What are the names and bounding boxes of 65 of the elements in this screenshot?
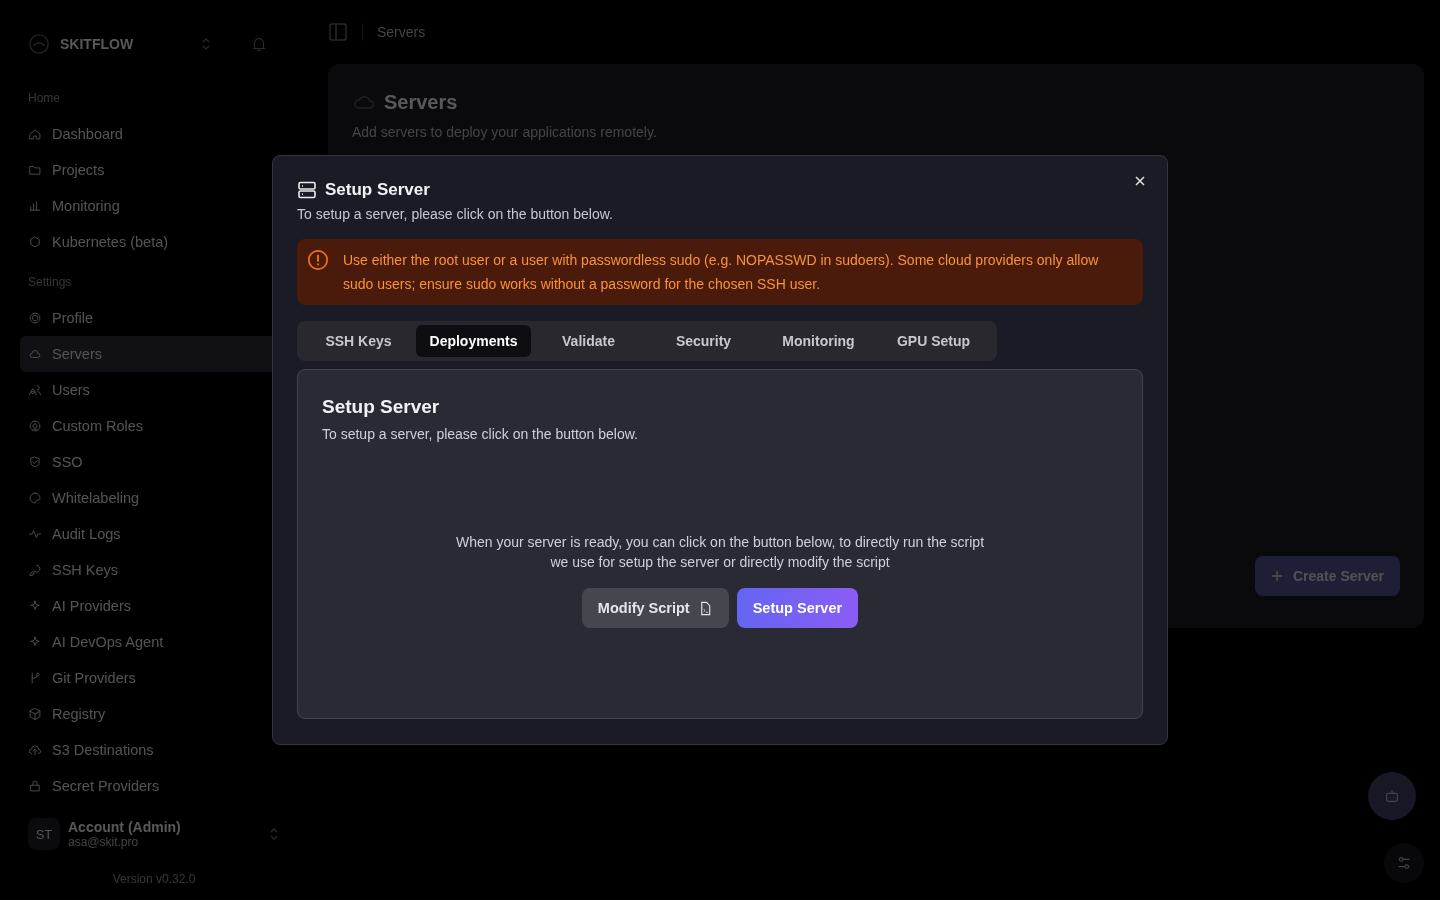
tab[interactable]: Validate [531, 325, 646, 357]
server-icon [297, 180, 317, 200]
sidebar-item[interactable]: Users [20, 372, 280, 408]
dialog-title: Setup Server [325, 180, 430, 200]
dialog-description: To setup a server, please click on the button below. [297, 206, 614, 222]
plus-icon [1270, 570, 1283, 582]
logo-icon [28, 33, 50, 55]
pulse-icon [28, 527, 42, 541]
sidebar-item[interactable]: Registry [20, 696, 280, 732]
page-title: Servers [384, 90, 458, 114]
cloud-icon [28, 347, 42, 361]
sidebar-item[interactable]: Projects [20, 152, 280, 188]
package-icon [28, 707, 42, 721]
sidebar-item[interactable]: Git Providers [20, 660, 280, 696]
brand-name: SKITFLOW [60, 36, 135, 52]
avatar: ST [28, 818, 60, 850]
sidebar-item[interactable]: Monitoring [20, 188, 280, 224]
sidebar-item[interactable]: Profile [20, 300, 280, 336]
assistant-button[interactable] [1368, 772, 1416, 820]
sidebar-item[interactable]: Audit Logs [20, 516, 280, 552]
page-subtitle: Add servers to deploy your applications remotely. [352, 124, 658, 140]
lock-icon [28, 779, 42, 793]
fingerprint-icon [28, 311, 42, 325]
info-text: When your server is ready, you can click on the button below, to directly run the script [455, 533, 985, 552]
sidebar-item[interactable]: Kubernetes (beta) [20, 224, 280, 260]
chevrons-icon[interactable] [200, 36, 212, 52]
account-menu[interactable]: ST Account (Admin) asa@skit.pro [28, 814, 280, 854]
sidebar-item[interactable]: SSH Keys [20, 552, 280, 588]
home-icon [28, 127, 42, 141]
sidebar-item[interactable]: Secret Providers [20, 768, 280, 804]
info-text: we use for setup the server or directly modify the script [550, 553, 890, 572]
panel-description: To setup a server, please click on the button below. [322, 426, 639, 442]
tab[interactable]: GPU Setup [876, 325, 991, 357]
palette-icon [28, 491, 42, 505]
bar-chart-icon [28, 199, 42, 213]
sparkle-icon [28, 635, 42, 649]
shield-icon [28, 455, 42, 469]
folder-icon [28, 163, 42, 177]
tab[interactable]: Monitoring [761, 325, 876, 357]
warning-text: Use either the root user or a user with passwordless sudo (e.g. NOPASSWD in sudoers). Some cloud providers only allow sudo users; ensure sudo works without a password for the chosen SSH user. [343, 251, 1100, 294]
sidebar-toggle-icon[interactable] [328, 22, 348, 42]
tab[interactable]: Deployments [416, 325, 531, 357]
account-email: asa@skit.pro [68, 835, 140, 849]
modify-script-button[interactable]: Modify Script [581, 588, 729, 628]
breadcrumb: Servers [377, 24, 426, 40]
sidebar-item[interactable]: Custom Roles [20, 408, 280, 444]
tab[interactable]: SSH Keys [301, 325, 416, 357]
sidebar-item[interactable]: Dashboard [20, 116, 280, 152]
sparkle-icon [28, 599, 42, 613]
account-name: Account (Admin) [68, 819, 182, 835]
sidebar-item[interactable]: AI Providers [20, 588, 280, 624]
hexagon-icon [28, 235, 42, 249]
sidebar-item[interactable]: Whitelabeling [20, 480, 280, 516]
panel-title: Setup Server [322, 396, 441, 418]
tab[interactable]: Security [646, 325, 761, 357]
chevrons-icon [268, 826, 280, 842]
bell-icon[interactable] [250, 35, 268, 53]
cloud-upload-icon [28, 743, 42, 757]
sidebar-item[interactable]: S3 Destinations [20, 732, 280, 768]
sidebar-item[interactable]: SSO [20, 444, 280, 480]
warning-icon [307, 249, 329, 271]
settings-button[interactable] [1384, 843, 1424, 883]
setup-server-button[interactable]: Setup Server [736, 588, 859, 628]
key-icon [28, 563, 42, 577]
sidebar-item[interactable]: AI DevOps Agent [20, 624, 280, 660]
